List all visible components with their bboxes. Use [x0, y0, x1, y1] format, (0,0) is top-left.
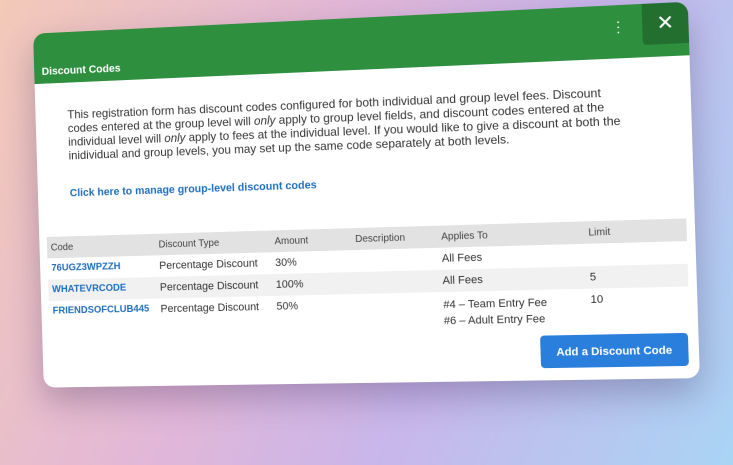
discount-code-link[interactable]: WHATEVRCODE — [52, 283, 127, 295]
discount-amount: 30% — [274, 256, 297, 270]
header-code: Code — [50, 242, 74, 254]
discount-amount: 50% — [276, 300, 299, 313]
discount-type: Percentage Discount — [160, 301, 260, 316]
header-description: Description — [355, 232, 406, 246]
discount-amount: 100% — [275, 278, 304, 291]
header-applies-to: Applies To — [441, 230, 488, 243]
header-discount-type: Discount Type — [158, 237, 220, 251]
applies-to: All Fees — [441, 251, 483, 265]
applies-to: #4 – Team Entry Fee #6 – Adult Entry Fee — [443, 295, 548, 330]
discount-limit: 10 — [590, 293, 604, 307]
add-discount-code-button[interactable]: Add a Discount Code — [540, 332, 689, 369]
kebab-menu-icon[interactable]: ⋮ — [611, 17, 626, 36]
intro-emphasis-1: only — [253, 113, 276, 128]
discount-code-link[interactable]: FRIENDSOFCLUB445 — [53, 304, 150, 317]
discount-codes-modal: Discount Codes ⋮ ✕ This registration for… — [33, 1, 700, 388]
applies-to: All Fees — [442, 273, 484, 288]
modal-title: Discount Codes — [41, 62, 121, 78]
applies-to-fee: #6 – Adult Entry Fee — [443, 313, 546, 328]
discount-type: Percentage Discount — [159, 257, 258, 273]
intro-text: This registration form has discount code… — [67, 85, 633, 163]
modal-header: Discount Codes ⋮ ✕ — [33, 1, 690, 85]
manage-group-codes-link[interactable]: Click here to manage group-level discoun… — [70, 179, 317, 199]
discount-codes-table: Code Discount Type Amount Description Ap… — [46, 218, 690, 339]
close-icon[interactable]: ✕ — [641, 1, 690, 45]
discount-type: Percentage Discount — [159, 279, 259, 294]
discount-code-link[interactable]: 76UGZ3WPZZH — [51, 261, 120, 274]
header-limit: Limit — [588, 226, 611, 239]
header-amount: Amount — [274, 235, 309, 248]
discount-limit: 5 — [589, 271, 597, 284]
intro-emphasis-2: only — [164, 130, 186, 146]
